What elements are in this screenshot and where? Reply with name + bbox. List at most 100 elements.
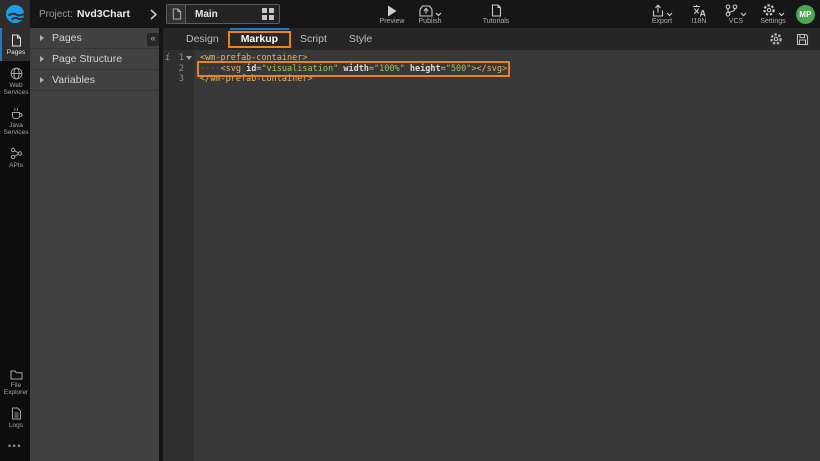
tab-label: Style bbox=[349, 33, 372, 45]
chevron-down-icon bbox=[740, 12, 747, 17]
sidebar-item-file-explorer[interactable]: File Explorer bbox=[0, 363, 30, 401]
tab-script[interactable]: Script bbox=[289, 28, 338, 50]
pages-panel: Pages Page Structure Variables « bbox=[30, 28, 159, 461]
preview-play-icon bbox=[387, 4, 397, 17]
editor-toolbar-icons bbox=[769, 28, 820, 50]
fold-icon[interactable] bbox=[184, 56, 194, 60]
rail-label: Java Services bbox=[2, 122, 30, 137]
vcs-label: VCS bbox=[729, 18, 743, 25]
collapse-panel-icon[interactable]: « bbox=[147, 33, 159, 46]
project-label: Project: bbox=[39, 9, 73, 20]
code-token: <wm-prefab-container> bbox=[200, 53, 307, 63]
app-logo[interactable] bbox=[0, 0, 30, 28]
rail-spacer bbox=[0, 173, 30, 363]
settings-button[interactable]: Settings bbox=[759, 0, 787, 28]
tab-label: Script bbox=[300, 33, 327, 45]
topbar: Project: Nvd3Chart Main Preview bbox=[0, 0, 820, 28]
i18n-button[interactable]: A I18N bbox=[685, 0, 713, 28]
apis-icon bbox=[10, 147, 23, 160]
line-number: 1 bbox=[172, 53, 184, 64]
vcs-button[interactable]: VCS bbox=[722, 0, 750, 28]
sidebar-item-logs[interactable]: Logs bbox=[0, 401, 30, 434]
caret-right-icon bbox=[40, 35, 44, 41]
vcs-branch-icon bbox=[725, 4, 747, 17]
export-label: Export bbox=[652, 18, 672, 25]
save-icon[interactable] bbox=[796, 33, 809, 46]
user-avatar[interactable]: MP bbox=[796, 5, 815, 24]
tutorials-label: Tutorials bbox=[483, 18, 510, 25]
rail-label: Logs bbox=[8, 422, 24, 430]
code-token: "100%" bbox=[374, 64, 405, 74]
more-ellipsis-icon[interactable]: ••• bbox=[0, 433, 30, 461]
editor-tabbar: Design Markup Script Style bbox=[163, 28, 820, 50]
info-icon: i bbox=[163, 53, 172, 64]
tab-label: Markup bbox=[241, 33, 278, 45]
highlighted-code-annotation: ····<svg id="visualisation" width="100%"… bbox=[200, 64, 507, 74]
line-number: 3 bbox=[172, 74, 184, 85]
rail-label: File Explorer bbox=[2, 382, 30, 397]
code-token: "500" bbox=[446, 64, 472, 74]
publish-upload-icon bbox=[419, 4, 442, 17]
code-token: <svg bbox=[220, 64, 240, 74]
tab-label: Design bbox=[186, 33, 219, 45]
chevron-down-icon bbox=[778, 12, 785, 17]
whitespace-dots: ···· bbox=[200, 64, 220, 74]
caret-right-icon bbox=[40, 56, 44, 62]
pages-icon bbox=[10, 34, 22, 47]
java-services-cup-icon bbox=[10, 107, 23, 120]
code-line-3: </wm-prefab-container> bbox=[200, 74, 507, 85]
export-icon bbox=[652, 4, 673, 17]
publish-button[interactable]: Publish bbox=[416, 0, 444, 28]
code-token: width bbox=[338, 64, 369, 74]
editor-gutter: i 1 2 3 bbox=[163, 50, 194, 461]
grid-view-icon[interactable] bbox=[262, 8, 274, 20]
code-token: "visualisation" bbox=[261, 64, 338, 74]
code-token: height bbox=[405, 64, 441, 74]
sidebar-item-web-services[interactable]: Web Services bbox=[0, 61, 30, 101]
settings-label: Settings bbox=[760, 18, 785, 25]
tutorials-book-icon bbox=[491, 4, 502, 17]
tab-markup[interactable]: Markup bbox=[230, 28, 289, 50]
wavemaker-studio-window: Project: Nvd3Chart Main Preview bbox=[0, 0, 820, 461]
sidebar-item-apis[interactable]: APIs bbox=[0, 141, 30, 174]
svg-text:A: A bbox=[700, 8, 707, 17]
preview-button[interactable]: Preview bbox=[378, 0, 406, 28]
web-services-globe-icon bbox=[10, 67, 23, 80]
sidebar-item-pages[interactable]: Pages bbox=[0, 28, 30, 61]
i18n-label: I18N bbox=[692, 18, 707, 25]
code-line-1: <wm-prefab-container> bbox=[200, 53, 507, 64]
chevron-down-icon bbox=[435, 12, 442, 17]
sidebar-item-java-services[interactable]: Java Services bbox=[0, 101, 30, 141]
caret-right-icon bbox=[40, 77, 44, 83]
rail-label: Pages bbox=[6, 49, 26, 57]
tab-design[interactable]: Design bbox=[175, 28, 230, 50]
preview-label: Preview bbox=[380, 18, 405, 25]
settings-gear-icon bbox=[762, 4, 785, 17]
topbar-center-actions: Preview Publish Tutorials bbox=[378, 0, 510, 28]
editor-settings-gear-icon[interactable] bbox=[769, 32, 783, 46]
left-icon-rail: Pages Web Services Java Services APIs Fi… bbox=[0, 28, 30, 461]
wavemaker-logo-icon bbox=[5, 4, 25, 24]
export-button[interactable]: Export bbox=[648, 0, 676, 28]
panel-section-label: Variables bbox=[52, 74, 95, 86]
topbar-right-actions: Export A I18N VCS Settings bbox=[648, 0, 815, 28]
line-number: 2 bbox=[172, 64, 184, 75]
code-lines: <wm-prefab-container> ····<svg id="visua… bbox=[194, 50, 507, 461]
project-name: Nvd3Chart bbox=[77, 8, 130, 20]
panel-section-label: Page Structure bbox=[52, 53, 122, 65]
tab-style[interactable]: Style bbox=[338, 28, 383, 50]
tutorials-button[interactable]: Tutorials bbox=[482, 0, 510, 28]
panel-section-label: Pages bbox=[52, 32, 82, 44]
code-token: </wm-prefab-container> bbox=[200, 74, 313, 84]
code-line-2: ····<svg id="visualisation" width="100%"… bbox=[200, 64, 507, 75]
panel-section-page-structure[interactable]: Page Structure bbox=[30, 49, 159, 70]
markup-code-editor[interactable]: i 1 2 3 <wm-pref bbox=[163, 50, 820, 461]
panel-section-pages[interactable]: Pages bbox=[30, 28, 159, 49]
code-token: ></svg> bbox=[471, 64, 507, 74]
code-token: id bbox=[241, 64, 256, 74]
page-file-icon bbox=[167, 5, 186, 23]
panel-section-variables[interactable]: Variables bbox=[30, 70, 159, 91]
editor-area: Design Markup Script Style i 1 bbox=[163, 28, 820, 461]
open-page-tab-main[interactable]: Main bbox=[166, 4, 280, 24]
breadcrumb-chevron-icon[interactable] bbox=[150, 9, 157, 20]
